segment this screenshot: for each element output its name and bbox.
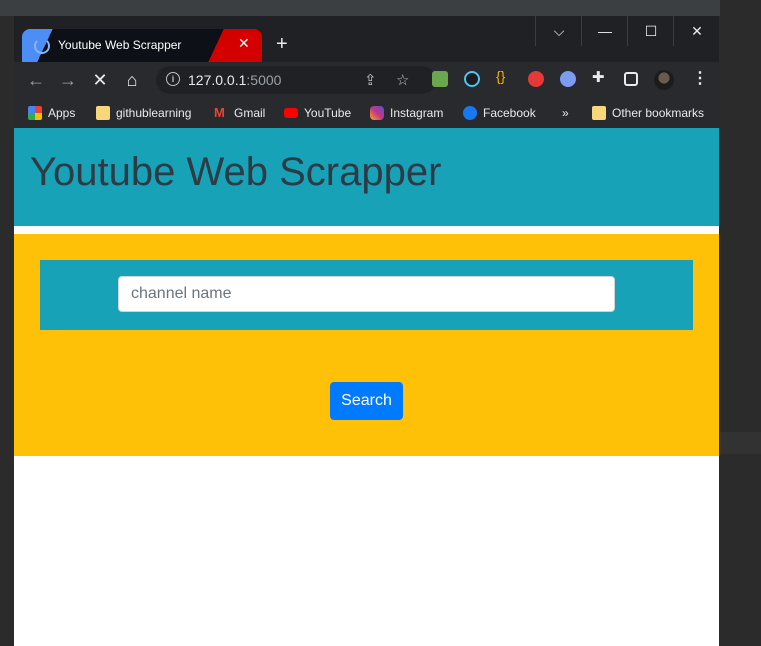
- bookmark-youtube[interactable]: YouTube: [284, 105, 351, 121]
- stop-loading-icon[interactable]: ✕: [88, 68, 112, 92]
- site-info-icon[interactable]: i: [166, 72, 180, 86]
- browser-toolbar: ← → ✕ ⌂ i 127.0.0.1:5000 ⇪ ☆ {} ✚ ⋮: [14, 62, 719, 98]
- extensions-puzzle-icon[interactable]: ✚: [592, 68, 608, 86]
- ide-top-bar: [0, 0, 761, 16]
- side-panel-icon[interactable]: [624, 72, 638, 86]
- bookmarks-overflow-button[interactable]: »: [562, 105, 569, 121]
- extension-lens-icon[interactable]: [464, 71, 480, 87]
- bookmark-label: Facebook: [483, 106, 536, 120]
- folder-icon: [592, 106, 606, 120]
- address-bar[interactable]: i 127.0.0.1:5000 ⇪ ☆: [156, 66, 436, 94]
- bookmark-gmail[interactable]: M Gmail: [214, 105, 265, 121]
- tab-search-button[interactable]: ⌵: [535, 16, 582, 46]
- apps-grid-icon: [28, 106, 42, 120]
- web-page: Youtube Web Scrapper Search: [14, 128, 719, 646]
- youtube-icon: [284, 108, 298, 118]
- extension-record-icon[interactable]: [528, 71, 544, 87]
- bookmark-label: Gmail: [234, 106, 266, 120]
- search-panel: Search: [14, 234, 719, 456]
- bookmark-githublearning[interactable]: githublearning: [96, 105, 191, 121]
- new-tab-button[interactable]: +: [276, 34, 288, 54]
- profile-avatar[interactable]: [654, 70, 674, 90]
- minimize-button[interactable]: —: [581, 16, 628, 46]
- close-window-button[interactable]: ✕: [673, 16, 719, 46]
- page-title: Youtube Web Scrapper: [30, 150, 442, 194]
- share-icon[interactable]: ⇪: [364, 71, 377, 89]
- url-host: 127.0.0.1: [188, 72, 247, 88]
- facebook-icon: [463, 106, 477, 120]
- tab-title: Youtube Web Scrapper: [58, 38, 182, 52]
- bookmark-label: githublearning: [116, 106, 192, 120]
- page-header: Youtube Web Scrapper: [14, 128, 719, 226]
- bookmark-other-bookmarks[interactable]: Other bookmarks: [592, 105, 704, 121]
- search-button[interactable]: Search: [330, 382, 403, 420]
- bookmark-instagram[interactable]: Instagram: [370, 105, 443, 121]
- bookmark-label: Instagram: [390, 106, 444, 120]
- tab-close-icon[interactable]: ✕: [238, 35, 250, 52]
- folder-icon: [96, 106, 110, 120]
- extension-search-icon[interactable]: [560, 71, 576, 87]
- url-text: 127.0.0.1:5000: [188, 72, 281, 88]
- ide-right-panel: [720, 0, 761, 646]
- bookmark-label: YouTube: [304, 106, 352, 120]
- instagram-icon: [370, 106, 384, 120]
- ide-highlight-band: [720, 432, 761, 454]
- bookmark-label: Apps: [48, 106, 76, 120]
- search-form-row: [40, 260, 693, 330]
- extension-json-icon[interactable]: {}: [496, 68, 512, 84]
- home-icon[interactable]: ⌂: [120, 68, 144, 92]
- tab-youtube-web-scrapper[interactable]: Youtube Web Scrapper ✕: [22, 29, 262, 62]
- channel-name-input[interactable]: [118, 276, 615, 312]
- loading-spinner-icon: [34, 38, 50, 54]
- title-bar: Youtube Web Scrapper ✕ + ⌵ — ☐ ✕: [14, 16, 719, 62]
- forward-arrow-icon[interactable]: →: [56, 68, 80, 92]
- bookmark-apps[interactable]: Apps: [28, 105, 75, 121]
- url-port: :5000: [246, 72, 282, 88]
- bookmark-label: Other bookmarks: [612, 106, 705, 120]
- gmail-icon: M: [214, 105, 225, 120]
- extension-printer-icon[interactable]: [432, 71, 448, 87]
- browser-menu-icon[interactable]: ⋮: [692, 68, 708, 88]
- bookmark-facebook[interactable]: Facebook: [463, 105, 536, 121]
- browser-window: Youtube Web Scrapper ✕ + ⌵ — ☐ ✕ ← → ✕ ⌂…: [14, 16, 719, 646]
- bookmarks-bar: Apps githublearning M Gmail YouTube Inst…: [14, 98, 719, 128]
- maximize-button[interactable]: ☐: [627, 16, 674, 46]
- back-arrow-icon[interactable]: ←: [24, 68, 48, 92]
- bookmark-star-icon[interactable]: ☆: [396, 71, 409, 89]
